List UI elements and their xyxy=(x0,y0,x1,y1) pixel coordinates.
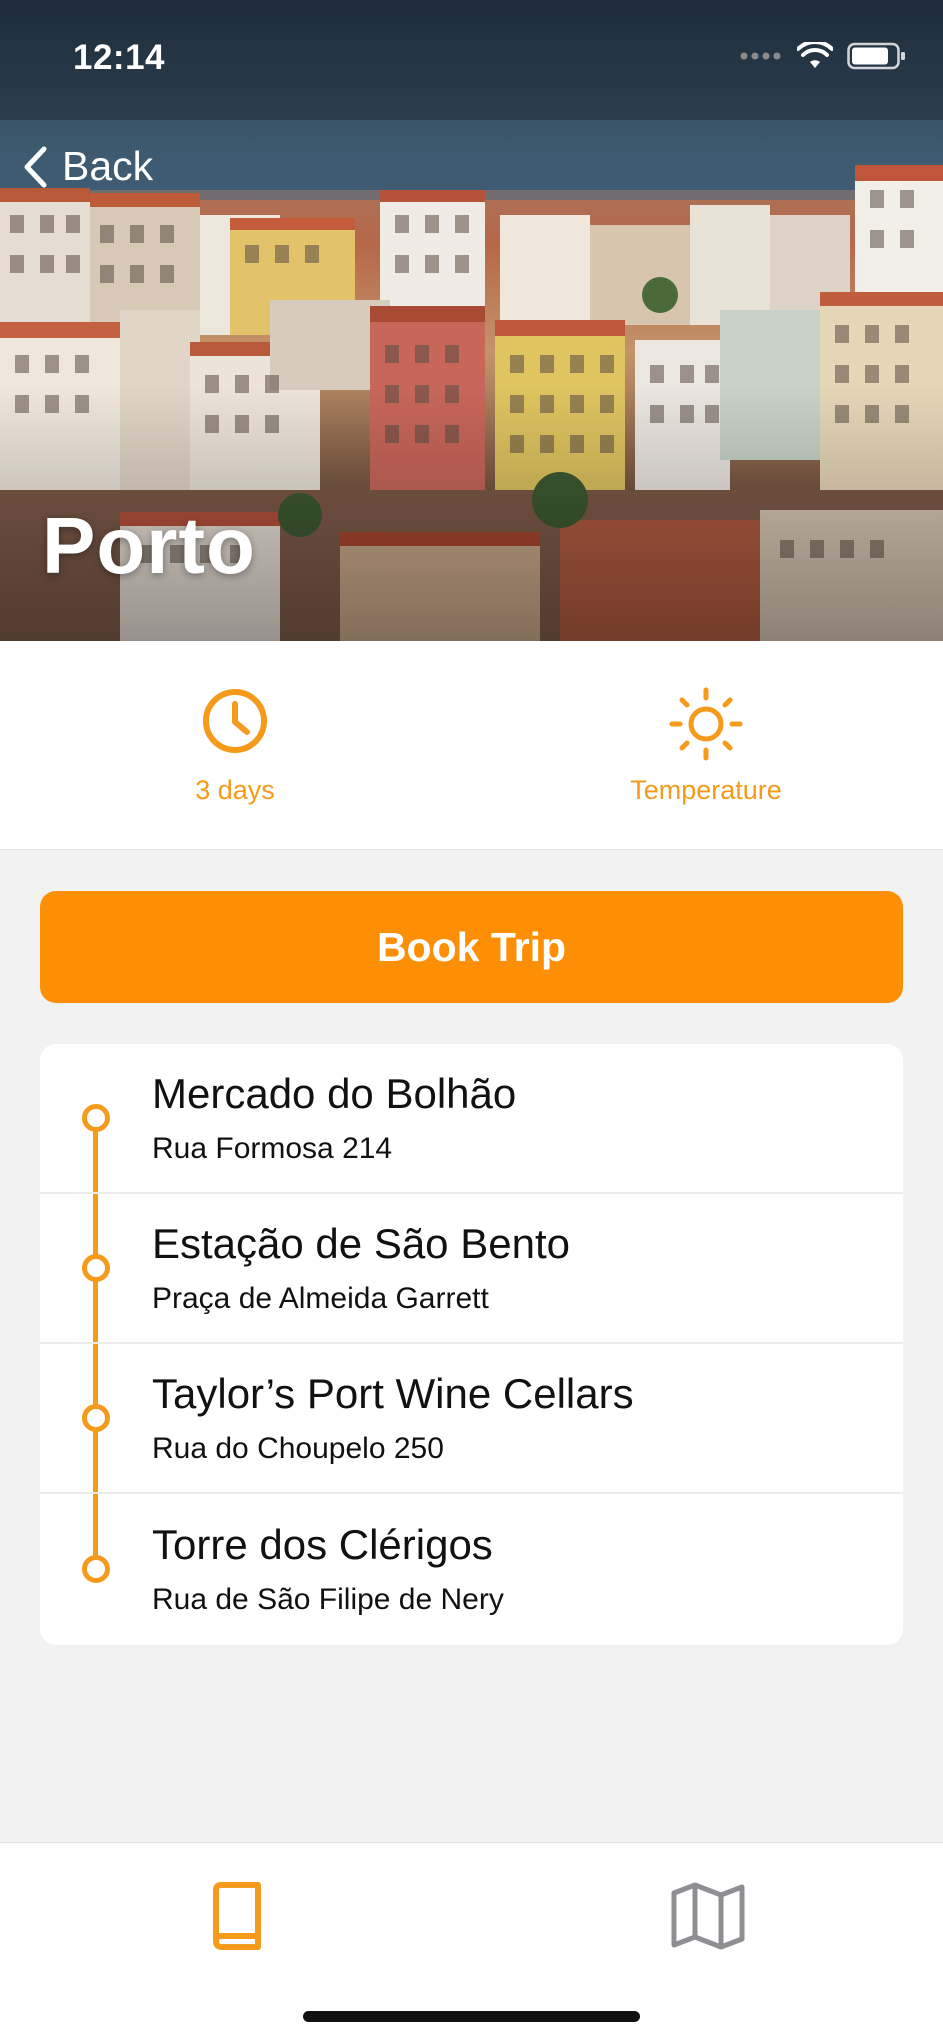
status-icons xyxy=(739,42,907,70)
itinerary-list: Mercado do Bolhão Rua Formosa 214 Estaçã… xyxy=(40,1044,903,1645)
stop-name: Estação de São Bento xyxy=(152,1220,570,1267)
back-label: Back xyxy=(62,143,154,189)
stop-address: Rua de São Filipe de Nery xyxy=(152,1583,504,1616)
sun-icon xyxy=(669,687,743,761)
status-time: 12:14 xyxy=(73,38,166,77)
stop-name: Torre dos Clérigos xyxy=(152,1521,493,1568)
timeline-dot xyxy=(82,1104,110,1132)
trip-info-strip: 3 days Temperature xyxy=(0,641,943,850)
map-icon xyxy=(671,1882,745,1950)
battery-icon xyxy=(847,42,905,70)
list-item[interactable]: Torre dos Clérigos Rua de São Filipe de … xyxy=(40,1495,903,1645)
list-item[interactable]: Taylor’s Port Wine Cellars Rua do Choupe… xyxy=(40,1344,903,1494)
weather-info: Temperature xyxy=(556,686,856,806)
duration-info: 3 days xyxy=(85,686,385,806)
stop-address: Rua Formosa 214 xyxy=(152,1132,393,1165)
list-item[interactable]: Estação de São Bento Praça de Almeida Ga… xyxy=(40,1194,903,1344)
weather-label: Temperature xyxy=(630,775,782,805)
duration-label: 3 days xyxy=(195,775,275,805)
timeline-dot xyxy=(82,1404,110,1432)
stop-name: Mercado do Bolhão xyxy=(152,1070,517,1117)
page-title: Porto xyxy=(42,501,256,590)
list-item[interactable]: Mercado do Bolhão Rua Formosa 214 xyxy=(40,1044,903,1194)
stop-address: Praça de Almeida Garrett xyxy=(152,1282,489,1315)
timeline-dot xyxy=(82,1254,110,1282)
clock-icon xyxy=(203,689,267,753)
book-trip-button[interactable]: Book Trip xyxy=(40,891,903,1003)
stop-name: Taylor’s Port Wine Cellars xyxy=(152,1370,634,1417)
wifi-icon xyxy=(797,42,833,68)
timeline-dot xyxy=(82,1555,110,1583)
book-icon xyxy=(213,1882,261,1950)
chevron-left-icon xyxy=(24,146,47,187)
stop-address: Rua do Choupelo 250 xyxy=(152,1432,444,1465)
home-indicator[interactable] xyxy=(303,2011,640,2022)
back-button[interactable]: Back xyxy=(22,143,153,190)
signal-icon xyxy=(740,52,781,60)
tab-map[interactable] xyxy=(663,1871,753,1961)
tab-guide[interactable] xyxy=(191,1871,281,1961)
hero-image: 12:14 Back Porto xyxy=(0,0,943,641)
